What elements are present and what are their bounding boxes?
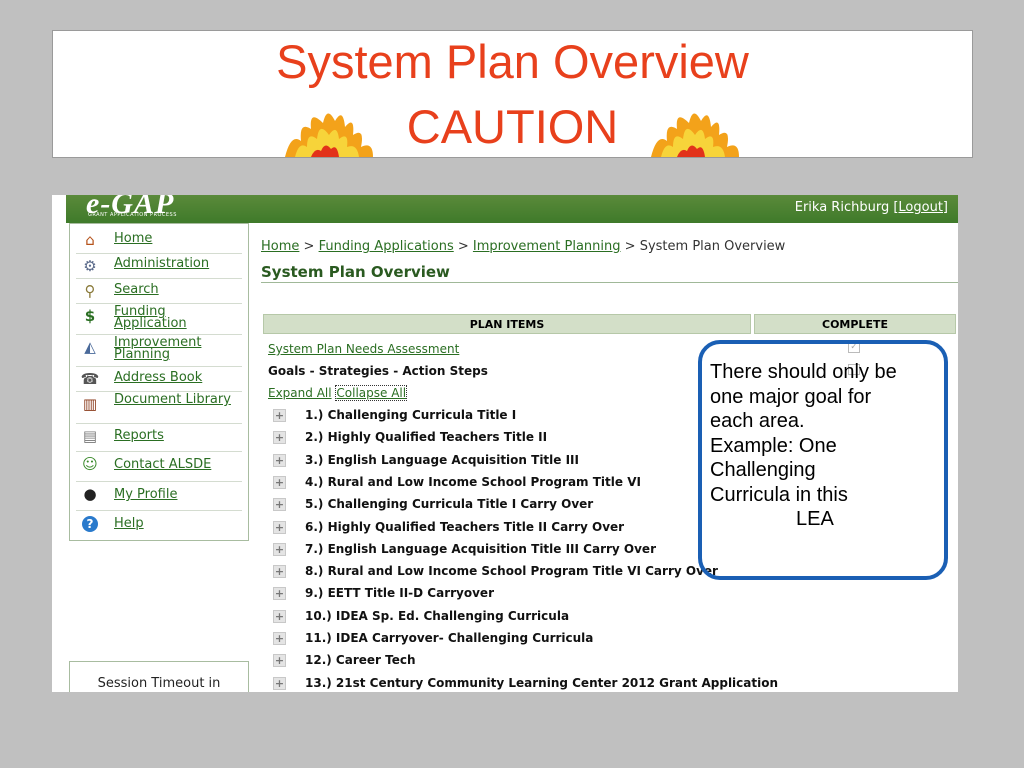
page-title: System Plan Overview [261, 263, 450, 281]
search-icon: ⚲ [84, 282, 96, 300]
plan-item-label: 11.) IDEA Carryover- Challenging Curricu… [305, 631, 594, 645]
user-name: Erika Richburg [794, 200, 890, 215]
needs-assessment-link[interactable]: System Plan Needs Assessment [268, 342, 459, 356]
plan-item-label: 8.) Rural and Low Income School Program … [305, 564, 718, 579]
plan-item-label: 3.) English Language Acquisition Title I… [305, 452, 579, 467]
profile-icon: ● [83, 485, 97, 503]
expand-plus-icon[interactable]: + [273, 431, 286, 445]
sidebar-item-label: My Profile [114, 487, 178, 502]
title-divider [261, 282, 958, 283]
plan-item-label: 12.) Career Tech [305, 653, 416, 668]
logout-link[interactable]: [Logout] [893, 200, 948, 215]
app-header: e-GAP GRANT APPLICATION PROCESS Erika Ri… [66, 195, 958, 223]
plan-item-label: 10.) IDEA Sp. Ed. Challenging Curricula [305, 608, 570, 623]
sidebar-item-label: Contact ALSDE [114, 457, 212, 472]
sidebar-item-label: Help [114, 516, 144, 531]
plan-item-label: 2.) Highly Qualified Teachers Title II [305, 430, 548, 445]
collapse-all-link[interactable]: Collapse All [335, 385, 408, 401]
breadcrumb-improvement-planning[interactable]: Improvement Planning [473, 239, 621, 254]
sidebar-item-document-library[interactable]: ▥ Document Library [76, 391, 242, 424]
callout-line: There should only be [710, 361, 897, 383]
expand-plus-icon[interactable]: + [273, 453, 286, 467]
sidebar-item-label: Administration [114, 256, 210, 271]
dollar-icon: $ [84, 307, 96, 325]
books-icon: ▥ [82, 395, 98, 413]
sidebar-item-contact-alsde[interactable]: ☺ Contact ALSDE [76, 451, 242, 482]
plan-item-label: 9.) EETT Title II-D Carryover [305, 586, 494, 601]
session-timeout-label: Session Timeout in [97, 676, 221, 691]
plan-table-header: PLAN ITEMS COMPLETE [263, 314, 956, 334]
callout-text: There should only be one major goal for … [710, 360, 970, 532]
help-icon: ? [82, 516, 98, 532]
expand-plus-icon[interactable]: + [273, 498, 286, 512]
expand-plus-icon[interactable]: + [273, 587, 286, 601]
sidebar-item-label: Address Book [114, 370, 203, 385]
sidebar-item-search[interactable]: ⚲ Search [76, 278, 242, 304]
sidebar-item-label: Funding Application [114, 304, 187, 331]
column-header-complete: COMPLETE [754, 314, 956, 334]
plan-item-label: 1.) Challenging Curricula Title I [305, 408, 517, 422]
sidebar-item-label: Home [114, 231, 153, 246]
sidebar-item-home[interactable]: ⌂ Home [76, 227, 242, 254]
expand-plus-icon[interactable]: + [273, 654, 286, 668]
breadcrumb-home[interactable]: Home [261, 239, 299, 254]
callout-line: LEA [796, 508, 834, 530]
expand-plus-icon[interactable]: + [273, 632, 286, 645]
expand-plus-icon[interactable]: + [273, 565, 286, 579]
sidebar-item-label: Reports [114, 428, 164, 443]
callout-line: each area. [710, 410, 805, 432]
flame-icon [651, 113, 739, 157]
breadcrumb-separator: > [457, 239, 469, 254]
breadcrumb: Home > Funding Applications > Improvemen… [261, 239, 785, 254]
expand-collapse-controls: Expand All Collapse All [268, 385, 408, 401]
goals-heading: Goals - Strategies - Action Steps [268, 364, 488, 378]
breadcrumb-separator: > [303, 239, 315, 254]
expand-plus-icon[interactable]: + [273, 475, 286, 489]
contact-icon: ☺ [82, 455, 98, 473]
chart-icon: ◭ [84, 338, 96, 356]
plan-item-label: 7.) English Language Acquisition Title I… [305, 541, 656, 556]
breadcrumb-current: System Plan Overview [639, 239, 786, 254]
column-header-plan-items: PLAN ITEMS [263, 314, 751, 334]
sidebar-item-reports[interactable]: ▤ Reports [76, 423, 242, 452]
sidebar-item-label: Improvement Planning [114, 335, 202, 362]
admin-icon: ⚙ [83, 257, 97, 275]
sidebar-item-help[interactable]: ? Help [76, 510, 242, 538]
flame-icon [285, 113, 373, 157]
expand-all-link[interactable]: Expand All [268, 386, 332, 400]
breadcrumb-separator: > [624, 239, 636, 254]
callout-line: Curricula in this [710, 483, 848, 506]
session-timeout-box: Session Timeout in [69, 661, 249, 692]
home-icon: ⌂ [85, 231, 95, 249]
callout-line: Challenging [710, 459, 816, 481]
slide-caution-text: CAUTION [406, 100, 619, 153]
address-book-icon: ☎ [80, 370, 100, 388]
expand-plus-icon[interactable]: + [273, 542, 286, 556]
plan-item-label: 13.) 21st Century Community Learning Cen… [305, 675, 779, 690]
sidebar-item-label: Document Library [114, 392, 231, 407]
expand-plus-icon[interactable]: + [273, 609, 286, 623]
sidebar-item-administration[interactable]: ⚙ Administration [76, 253, 242, 279]
user-info: Erika Richburg [Logout] [795, 200, 948, 215]
slide-title: System Plan Overview [276, 35, 749, 88]
callout-line: Example: One [710, 434, 837, 457]
plan-item-label: 5.) Challenging Curricula Title I Carry … [305, 497, 594, 512]
expand-plus-icon[interactable]: + [273, 409, 286, 422]
sidebar-item-funding-application[interactable]: $ Funding Application [76, 303, 242, 335]
slide-title-box: System Plan Overview CAUTION [52, 30, 973, 158]
logo-subtitle: GRANT APPLICATION PROCESS [88, 212, 177, 218]
callout-line: one major goal for [710, 385, 872, 408]
sidebar-item-my-profile[interactable]: ● My Profile [76, 481, 242, 511]
sidebar-nav: ⌂ Home ⚙ Administration ⚲ Search $ Fundi… [69, 223, 249, 541]
plan-item-label: 6.) Highly Qualified Teachers Title II C… [305, 519, 625, 534]
sidebar-item-label: Search [114, 282, 159, 297]
plan-item-label: 4.) Rural and Low Income School Program … [305, 474, 641, 489]
breadcrumb-funding-applications[interactable]: Funding Applications [319, 239, 454, 254]
sidebar-item-address-book[interactable]: ☎ Address Book [76, 366, 242, 392]
expand-plus-icon[interactable]: + [273, 520, 286, 534]
expand-plus-icon[interactable]: + [273, 676, 286, 690]
reports-icon: ▤ [82, 427, 98, 445]
sidebar-item-improvement-planning[interactable]: ◭ Improvement Planning [76, 334, 242, 367]
